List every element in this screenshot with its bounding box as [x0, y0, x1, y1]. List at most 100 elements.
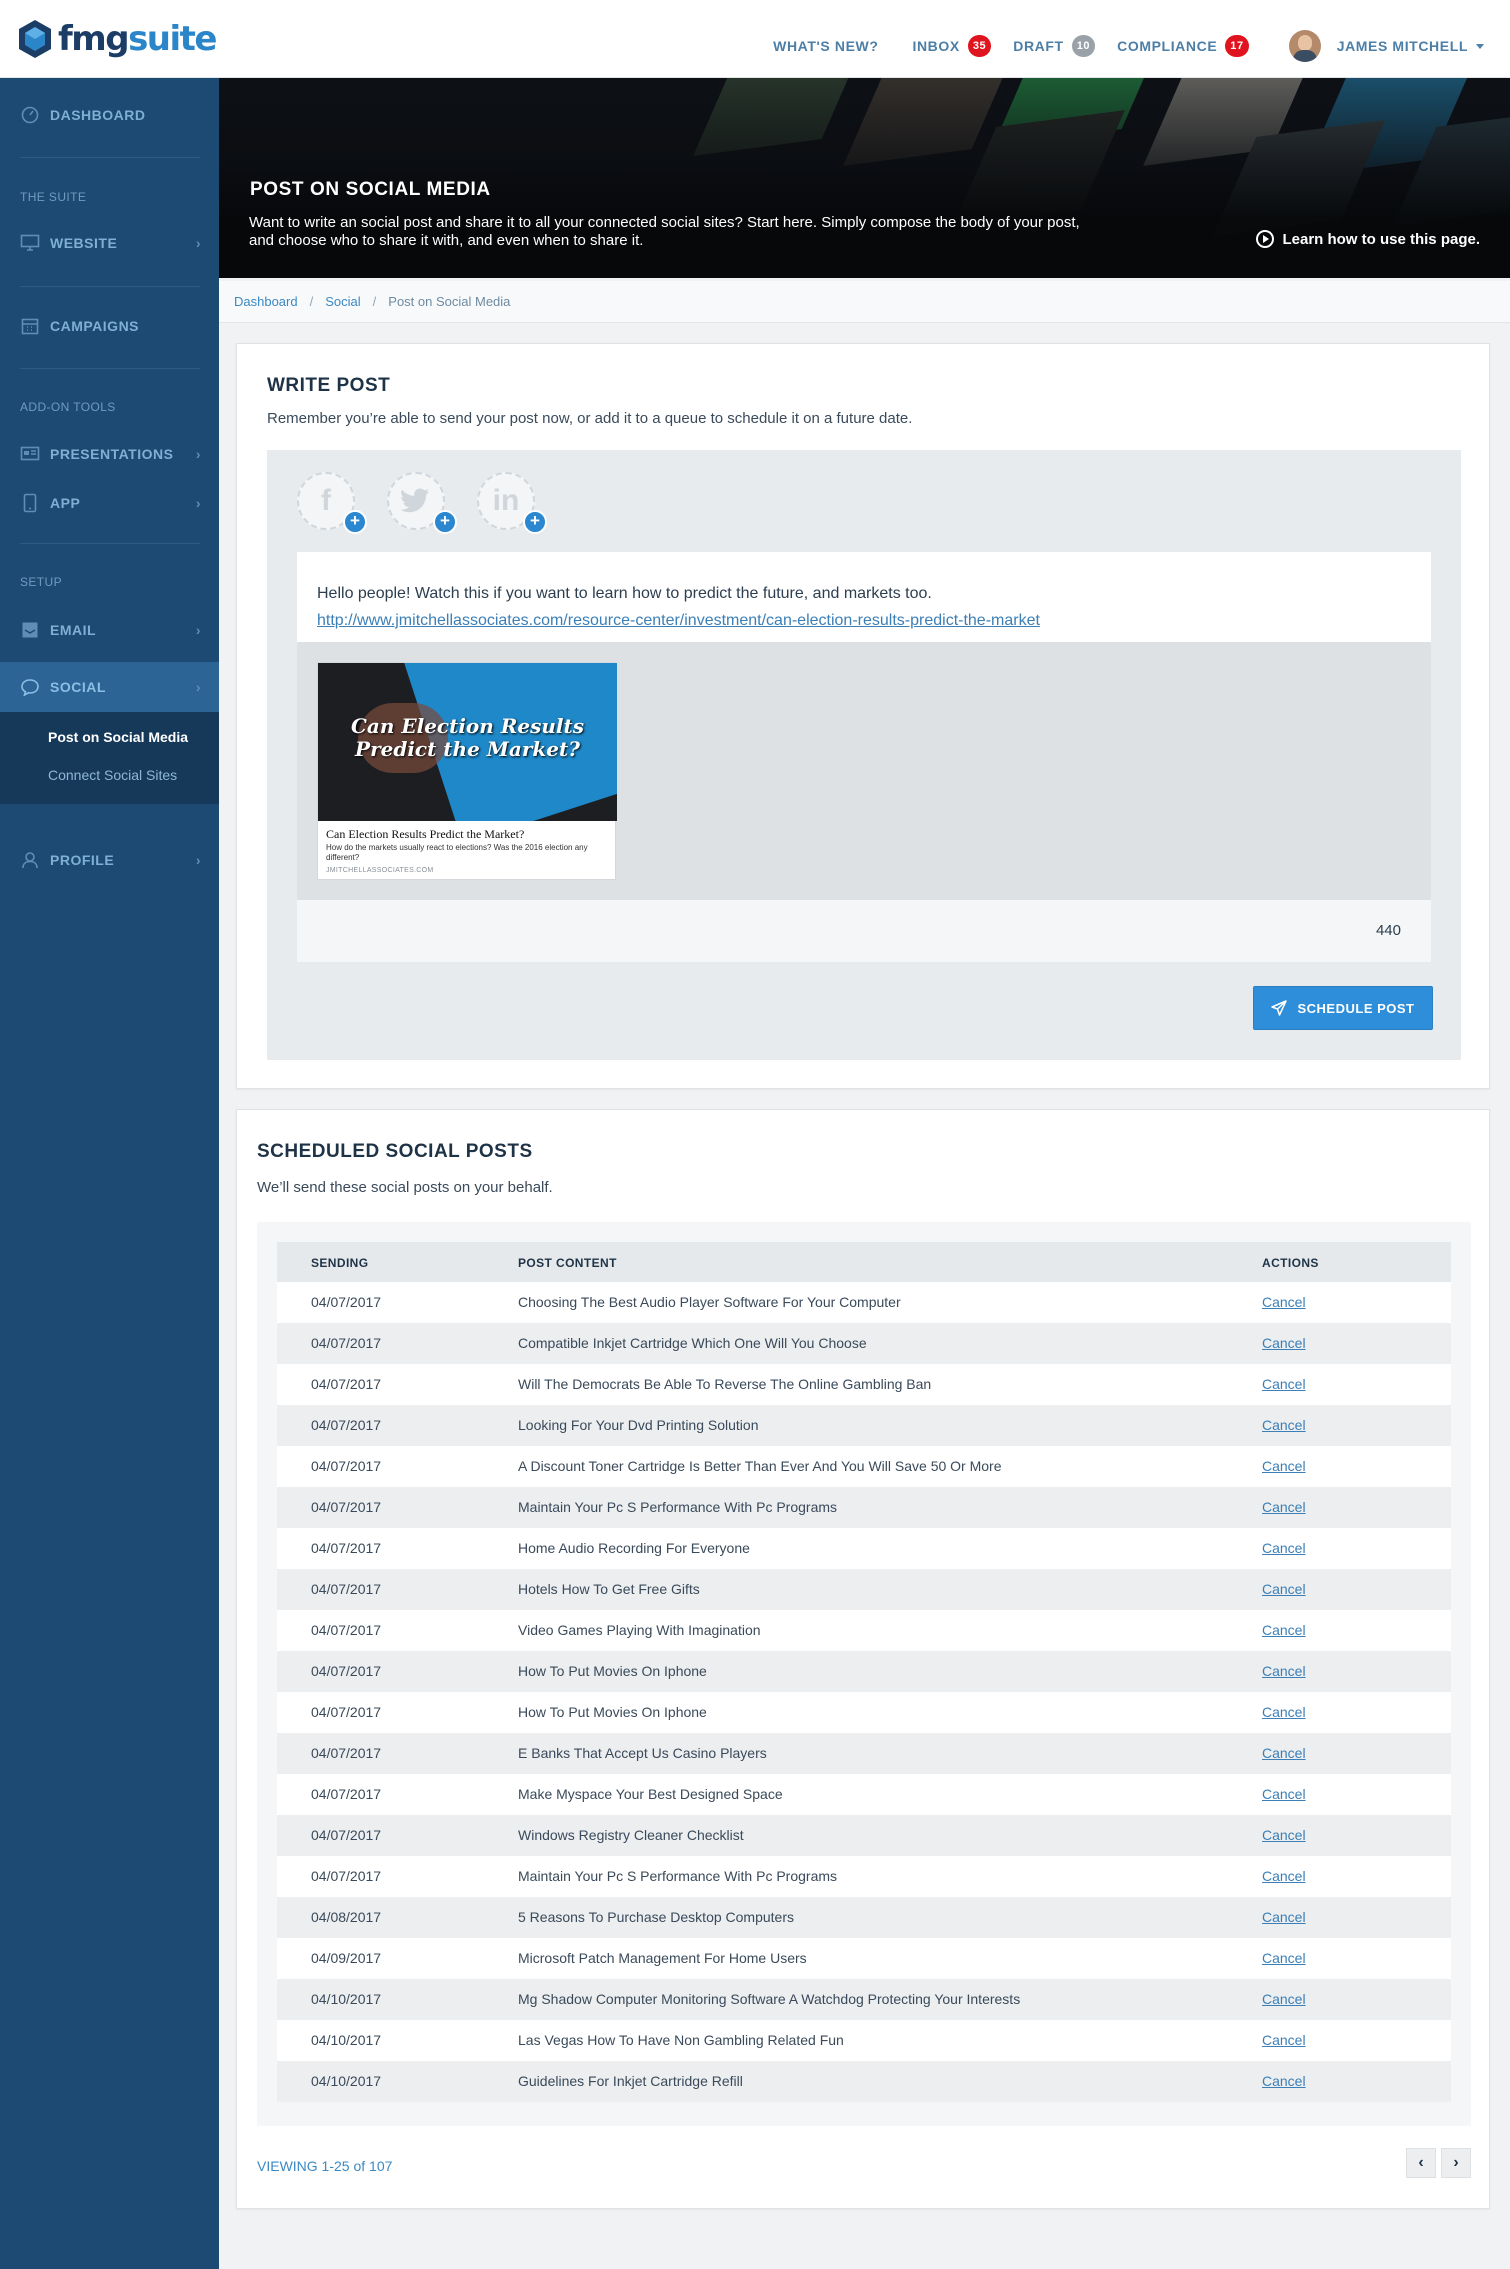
row-post-content: Make Myspace Your Best Designed Space: [518, 1786, 783, 1802]
row-post-content: Video Games Playing With Imagination: [518, 1622, 761, 1638]
calendar-icon: [20, 316, 40, 336]
row-sending-date: 04/07/2017: [311, 1294, 382, 1310]
link-preview-domain: JMITCHELLASSOCIATES.COM: [326, 867, 434, 874]
table-row: 04/07/2017 Hotels How To Get Free Gifts Ca…: [277, 1569, 1451, 1610]
add-twitter-button[interactable]: +: [387, 472, 457, 534]
post-body-textarea[interactable]: Hello people! Watch this if you want to …: [297, 552, 1431, 642]
link-preview-card[interactable]: Can Election Results Predict the Market?…: [317, 662, 617, 880]
table-row: 04/07/2017 How To Put Movies On Iphone Can…: [277, 1692, 1451, 1733]
row-sending-date: 04/07/2017: [311, 1417, 382, 1433]
scheduled-posts-subtitle: We’ll send these social posts on your be…: [257, 1179, 553, 1196]
cancel-link[interactable]: Cancel: [1262, 1663, 1306, 1679]
user-profile-icon: [20, 850, 40, 870]
row-sending-date: 04/07/2017: [311, 1704, 382, 1720]
sidebar-item-email[interactable]: EMAIL ›: [0, 605, 219, 655]
row-post-content: Guidelines For Inkjet Cartridge Refill: [518, 2073, 743, 2089]
whats-new-link[interactable]: WHAT'S NEW?: [773, 38, 878, 54]
fmg-suite-logo[interactable]: fmgsuite: [18, 18, 217, 60]
top-nav: WHAT'S NEW? INBOX 35 DRAFT 10 COMPLIANCE 17…: [739, 24, 1484, 68]
divider: [20, 157, 200, 158]
row-sending-date: 04/09/2017: [311, 1950, 382, 1966]
scheduled-posts-table-wrap: SENDING POST CONTENT ACTIONS 04/07/2017 C…: [257, 1222, 1471, 2126]
sidebar-item-social[interactable]: SOCIAL ›: [0, 662, 219, 712]
row-post-content: Will The Democrats Be Able To Reverse Th…: [518, 1376, 932, 1392]
learn-how-link[interactable]: Learn how to use this page.: [1256, 230, 1480, 248]
row-sending-date: 04/10/2017: [311, 2073, 382, 2089]
row-sending-date: 04/07/2017: [311, 1786, 382, 1802]
cancel-link[interactable]: Cancel: [1262, 1499, 1306, 1515]
cancel-link[interactable]: Cancel: [1262, 1458, 1306, 1474]
table-row: 04/10/2017 Las Vegas How To Have Non Gamb…: [277, 2020, 1451, 2061]
chevron-right-icon: ›: [195, 852, 201, 868]
sidebar-item-campaigns[interactable]: CAMPAIGNS: [0, 301, 219, 351]
sidebar-sub-post-on-social-media[interactable]: Post on Social Media: [48, 729, 188, 745]
link-preview-image-title: Can Election Results Predict the Market?: [350, 714, 585, 761]
post-link[interactable]: http://www.jmitchellassociates.com/resou…: [317, 612, 1040, 629]
plus-icon: +: [343, 510, 367, 534]
scheduled-posts-title: SCHEDULED SOCIAL POSTS: [257, 1141, 533, 1162]
next-page-button[interactable]: ›: [1441, 2148, 1471, 2178]
inbox-link[interactable]: INBOX 35: [912, 35, 992, 57]
breadcrumb-dashboard[interactable]: Dashboard: [234, 294, 298, 309]
compliance-link[interactable]: COMPLIANCE 17: [1117, 35, 1249, 57]
chevron-right-icon: ›: [195, 446, 201, 462]
cancel-link[interactable]: Cancel: [1262, 1909, 1306, 1925]
row-post-content: Hotels How To Get Free Gifts: [518, 1581, 700, 1597]
row-post-content: Microsoft Patch Management For Home User…: [518, 1950, 807, 1966]
avatar[interactable]: [1288, 30, 1321, 62]
sidebar-heading-setup: SETUP: [20, 575, 63, 589]
breadcrumb-social[interactable]: Social: [325, 294, 360, 309]
draft-link[interactable]: DRAFT 10: [1013, 35, 1096, 57]
chevron-right-icon: ›: [1453, 2154, 1459, 2171]
sidebar-item-dashboard[interactable]: DASHBOARD: [0, 90, 219, 140]
cancel-link[interactable]: Cancel: [1262, 2073, 1306, 2089]
cancel-link[interactable]: Cancel: [1262, 1704, 1306, 1720]
link-preview-area: Can Election Results Predict the Market?…: [297, 642, 1431, 900]
chat-bubble-icon: [20, 677, 40, 697]
compose-area: f + + in + Hello people! Watch this if y…: [267, 450, 1461, 1060]
cancel-link[interactable]: Cancel: [1262, 1376, 1306, 1392]
column-header-sending[interactable]: SENDING: [311, 1256, 368, 1270]
cancel-link[interactable]: Cancel: [1262, 1745, 1306, 1761]
top-header: fmgsuite WHAT'S NEW? INBOX 35 DRAFT 10 COM…: [0, 0, 1510, 78]
row-sending-date: 04/07/2017: [311, 1581, 382, 1597]
sidebar-item-label: WEBSITE: [50, 235, 118, 251]
row-sending-date: 04/10/2017: [311, 2032, 382, 2048]
sidebar-item-app[interactable]: APP ›: [0, 478, 219, 528]
row-sending-date: 04/07/2017: [311, 1376, 382, 1392]
row-post-content: How To Put Movies On Iphone: [518, 1704, 707, 1720]
column-header-post-content[interactable]: POST CONTENT: [518, 1256, 617, 1270]
table-row: 04/07/2017 Compatible Inkjet Cartridge Wh…: [277, 1323, 1451, 1364]
cancel-link[interactable]: Cancel: [1262, 1950, 1306, 1966]
add-facebook-button[interactable]: f +: [297, 472, 367, 534]
row-sending-date: 04/08/2017: [311, 1909, 382, 1925]
sidebar-sub-connect-social-sites[interactable]: Connect Social Sites: [48, 767, 177, 783]
row-sending-date: 04/07/2017: [311, 1622, 382, 1638]
character-count: 440: [1375, 922, 1401, 939]
sidebar-item-presentations[interactable]: PRESENTATIONS ›: [0, 429, 219, 479]
row-post-content: Maintain Your Pc S Performance With Pc P…: [518, 1499, 838, 1515]
user-menu[interactable]: JAMES MITCHELL: [1337, 38, 1484, 54]
cancel-link[interactable]: Cancel: [1262, 1868, 1306, 1884]
add-linkedin-button[interactable]: in +: [477, 472, 547, 534]
table-header: SENDING POST CONTENT ACTIONS: [277, 1242, 1451, 1282]
cancel-link[interactable]: Cancel: [1262, 1827, 1306, 1843]
previous-page-button[interactable]: ‹: [1406, 2148, 1436, 2178]
inbox-count-badge: 35: [967, 35, 992, 57]
schedule-post-button[interactable]: SCHEDULE POST: [1253, 986, 1433, 1030]
cancel-link[interactable]: Cancel: [1262, 1991, 1306, 2007]
row-sending-date: 04/07/2017: [311, 1540, 382, 1556]
facebook-icon: f: [321, 484, 331, 517]
sidebar-item-website[interactable]: WEBSITE ›: [0, 218, 219, 268]
cancel-link[interactable]: Cancel: [1262, 1417, 1306, 1433]
cancel-link[interactable]: Cancel: [1262, 1622, 1306, 1638]
breadcrumb-separator: /: [372, 294, 377, 309]
cancel-link[interactable]: Cancel: [1262, 1786, 1306, 1802]
cancel-link[interactable]: Cancel: [1262, 1335, 1306, 1351]
sidebar-item-profile[interactable]: PROFILE ›: [0, 835, 219, 885]
cancel-link[interactable]: Cancel: [1262, 1581, 1306, 1597]
cancel-link[interactable]: Cancel: [1262, 1540, 1306, 1556]
cancel-link[interactable]: Cancel: [1262, 2032, 1306, 2048]
cancel-link[interactable]: Cancel: [1262, 1294, 1306, 1310]
sidebar-item-label: DASHBOARD: [50, 107, 146, 123]
